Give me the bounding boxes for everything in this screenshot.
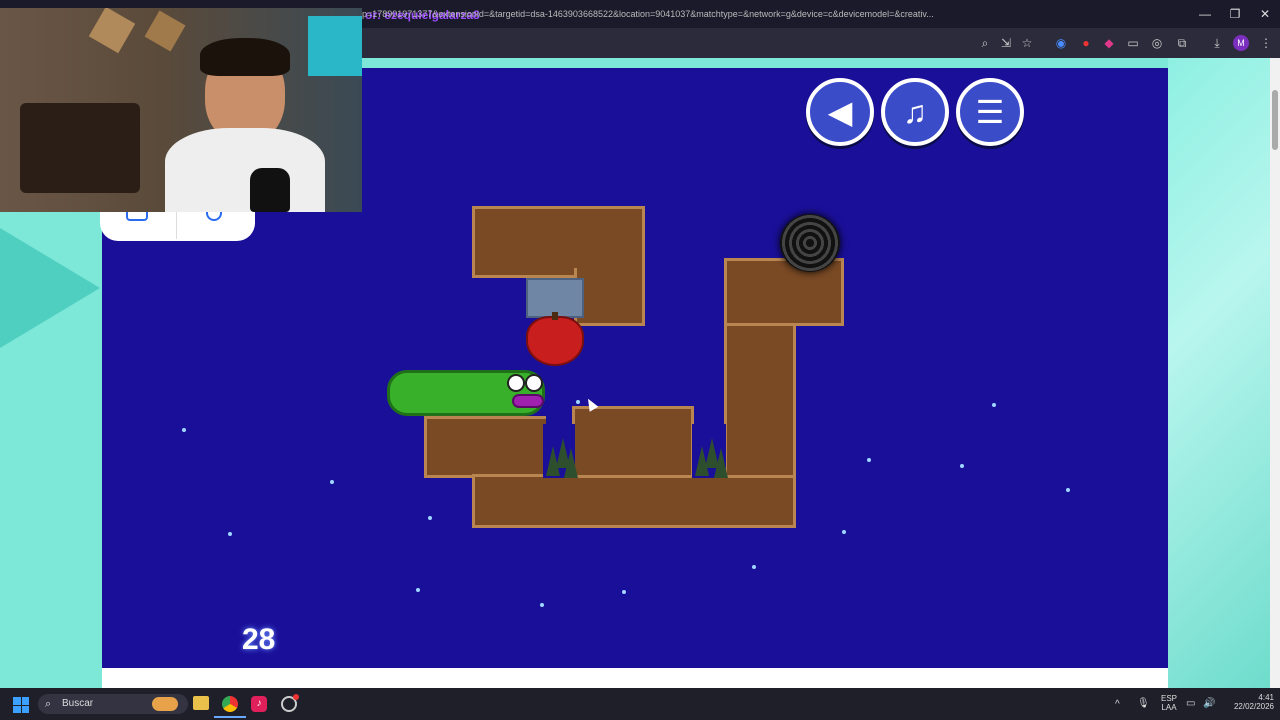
extension-icon-3[interactable]: ◆ xyxy=(1100,34,1118,52)
keyboard-layout: LAA xyxy=(1161,703,1177,712)
page-scrollbar[interactable] xyxy=(1270,58,1280,688)
star xyxy=(416,588,420,592)
apple-stem xyxy=(552,312,558,320)
close-button[interactable]: ✕ xyxy=(1250,4,1280,24)
monitor-glow xyxy=(308,16,362,76)
black-hole-portal xyxy=(780,214,840,272)
network-icon[interactable]: ▭ xyxy=(1186,698,1195,709)
active-app-indicator xyxy=(214,716,246,718)
dirt-floor xyxy=(472,474,796,528)
volume-icon[interactable]: 🔊 xyxy=(1203,698,1215,709)
page-decoration-left xyxy=(0,228,100,348)
screen: or: ezequielgalarza8 — ❐ ✕ p=17890197137… xyxy=(0,0,1280,720)
dirt-block-top-leg xyxy=(574,268,645,326)
star xyxy=(622,590,626,594)
browser-menu-icon[interactable]: ⋮ xyxy=(1257,34,1275,52)
worm-mouth xyxy=(512,394,544,408)
dirt-ledge-right xyxy=(724,258,844,326)
page-footer-strip xyxy=(102,668,1168,688)
microphone-icon[interactable]: 🎙 xyxy=(1137,698,1150,709)
taskbar xyxy=(0,688,1280,720)
tray-overflow-icon[interactable]: ^ xyxy=(1115,699,1120,710)
tiktok-icon[interactable]: ♪ xyxy=(251,696,267,712)
menu-button[interactable]: ☰ xyxy=(956,78,1024,146)
install-icon[interactable]: ⇲ xyxy=(997,34,1015,52)
extension-icon-4[interactable]: ▭ xyxy=(1124,34,1142,52)
chrome-icon[interactable] xyxy=(222,696,238,712)
clock-time: 4:41 xyxy=(1258,693,1274,702)
panel-divider xyxy=(176,211,177,239)
url-field[interactable]: p=178901971377&extensionid=&targetid=dsa… xyxy=(362,9,972,19)
star xyxy=(752,565,756,569)
cart-icon[interactable] xyxy=(126,211,148,221)
file-explorer-icon[interactable] xyxy=(193,696,209,710)
star xyxy=(228,532,232,536)
dirt-ledge-left xyxy=(424,416,546,478)
star xyxy=(842,530,846,534)
scrollbar-thumb[interactable] xyxy=(1272,90,1278,150)
star xyxy=(540,603,544,607)
star xyxy=(1066,488,1070,492)
download-icon[interactable]: ⤓ xyxy=(1208,34,1226,52)
star xyxy=(428,516,432,520)
star xyxy=(867,458,871,462)
streamer-shirt xyxy=(165,128,325,212)
spike xyxy=(564,448,578,478)
worm-eye-left xyxy=(507,374,525,392)
worm-eye-right xyxy=(525,374,543,392)
search-highlight-icon xyxy=(152,697,178,711)
spike xyxy=(714,448,728,478)
music-button[interactable]: ♫ xyxy=(881,78,949,146)
clock-date: 22/02/2026 xyxy=(1233,702,1274,711)
restore-button[interactable]: ❐ xyxy=(1220,4,1250,24)
taskbar-search-icon: ⌕ xyxy=(45,698,52,710)
start-button[interactable] xyxy=(13,697,29,713)
star xyxy=(182,428,186,432)
extension-icon-1[interactable]: ◉ xyxy=(1052,34,1070,52)
zoom-icon[interactable]: ⌕ xyxy=(976,34,994,52)
dirt-pillar-middle xyxy=(572,406,694,478)
bookmark-star-icon[interactable]: ☆ xyxy=(1018,34,1036,52)
level-number: 28 xyxy=(242,623,276,656)
extension-icon-2[interactable]: ● xyxy=(1077,34,1095,52)
microphone xyxy=(250,168,290,212)
page-decoration-right xyxy=(1168,58,1270,688)
language-indicator[interactable]: ESP LAA xyxy=(1158,694,1180,712)
apple xyxy=(526,316,584,366)
sound-button[interactable]: ◀ xyxy=(806,78,874,146)
minimize-button[interactable]: — xyxy=(1190,4,1220,24)
notification-badge xyxy=(293,694,299,700)
language-code: ESP xyxy=(1160,694,1177,703)
taskbar-search-label: Buscar xyxy=(62,698,94,709)
clock[interactable]: 4:41 22/02/2026 xyxy=(1222,693,1274,711)
star xyxy=(330,480,334,484)
profile-avatar[interactable]: M xyxy=(1233,35,1249,51)
star xyxy=(992,403,996,407)
webcam-overlay xyxy=(0,8,362,212)
extension-icon-5[interactable]: ◎ xyxy=(1148,34,1166,52)
extensions-puzzle-icon[interactable]: ⧉ xyxy=(1173,34,1191,52)
star xyxy=(960,464,964,468)
streamer-hair xyxy=(200,38,290,76)
bed xyxy=(20,103,140,193)
star xyxy=(576,400,580,404)
